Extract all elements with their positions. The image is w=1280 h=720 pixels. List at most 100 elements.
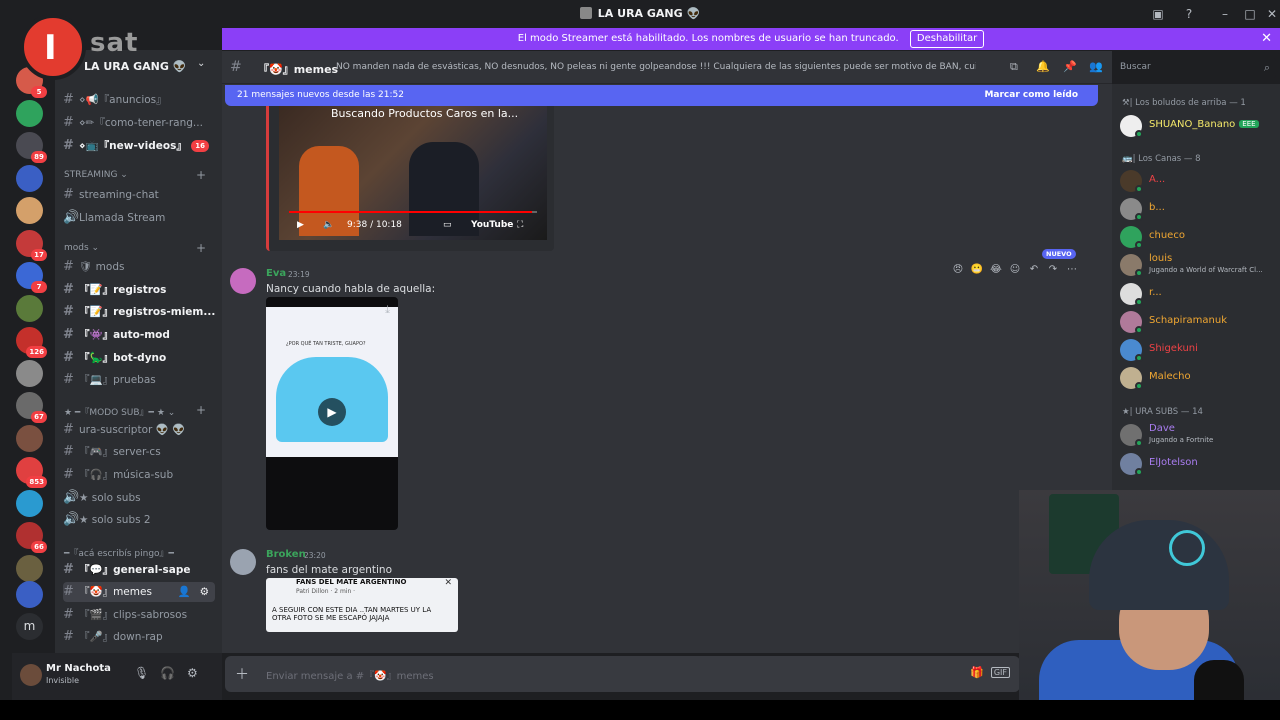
channel-general-sape[interactable]: # 『💬』general-sape	[63, 560, 215, 580]
channel-clips-sabrosos[interactable]: # 『🎬』clips-sabrosos	[63, 605, 215, 625]
message-input[interactable]: Enviar mensaje a #『🤡』memes	[266, 667, 434, 682]
close-banner-icon[interactable]: ✕	[1261, 28, 1272, 50]
download-icon[interactable]: ⤓	[385, 303, 390, 317]
member-row[interactable]: Dave Jugando a Fortnite	[1120, 423, 1280, 447]
server-icon-13[interactable]: 853	[16, 457, 47, 488]
channel-solo-subs-2[interactable]: 🔊★ solo subs 2	[63, 510, 215, 530]
server-icon-9[interactable]: 126	[16, 327, 47, 358]
server-icon-3[interactable]: 89	[16, 132, 47, 163]
reaction-icon[interactable]: 😬	[969, 262, 985, 278]
server-icon-10[interactable]	[16, 359, 43, 387]
headphones-icon[interactable]: 🎧	[160, 666, 175, 680]
gear-icon[interactable]: ⚙	[187, 666, 198, 680]
server-icon-6[interactable]: 17	[16, 229, 47, 261]
threads-icon[interactable]: ⧉	[1010, 60, 1018, 74]
channel-registros[interactable]: # 『📝』registros	[63, 280, 215, 300]
invite-icon[interactable]: 👤	[178, 582, 191, 602]
member-row[interactable]: Malecho	[1120, 366, 1280, 390]
server-icon-4[interactable]	[16, 164, 43, 192]
member-row[interactable]: b...	[1120, 197, 1280, 221]
member-row[interactable]: r...	[1120, 282, 1280, 306]
server-icon-18[interactable]: m	[16, 613, 43, 640]
new-messages-bar[interactable]: 21 mensajes nuevos desde las 21:52 Marca…	[225, 85, 1098, 106]
server-icon-12[interactable]	[16, 424, 43, 452]
more-icon[interactable]: ⋯	[1064, 262, 1080, 278]
channel-memes[interactable]: # 『🤡』memes 👤 ⚙	[63, 582, 215, 602]
reply-icon[interactable]: ↶	[1026, 262, 1042, 278]
channel-server-cs[interactable]: # 『🎮』server-cs	[63, 442, 215, 462]
image-attachment[interactable]: FANS DEL MATE ARGENTINO Patri Dillon · 2…	[266, 578, 458, 632]
youtube-logo[interactable]: YouTube	[471, 220, 513, 230]
play-icon[interactable]: ▶	[318, 398, 346, 426]
server-icon-7[interactable]: 7	[16, 262, 47, 293]
add-reaction-icon[interactable]: ☺	[1007, 262, 1023, 278]
server-icon-5[interactable]	[16, 197, 43, 224]
channel-down-rap[interactable]: # 『🎤』down-rap	[63, 627, 215, 647]
microphone-icon[interactable]: 🎙	[134, 666, 149, 680]
channel-ura-suscriptor[interactable]: # ura-suscriptor 👽 👽	[63, 420, 215, 440]
channel-bot-dyno[interactable]: # 『🦕』bot-dyno	[63, 348, 215, 368]
server-icon-11[interactable]: 67	[16, 392, 47, 423]
close-window-button[interactable]: ✕	[1264, 6, 1280, 22]
volume-icon[interactable]: 🔈	[323, 220, 334, 230]
reaction-icon[interactable]: 😂	[988, 262, 1004, 278]
member-row[interactable]: chueco	[1120, 225, 1280, 249]
category-streaming[interactable]: STREAMING ⌄ +	[64, 168, 214, 182]
inbox-icon[interactable]: ▣	[1150, 6, 1166, 22]
add-channel-icon[interactable]: +	[196, 241, 206, 255]
channel-auto-mod[interactable]: # 『👾』auto-mod	[63, 325, 215, 345]
server-icon-14[interactable]	[16, 489, 43, 517]
youtube-player[interactable]: Buscando Productos Caros en la... ▶ 🔈 9:…	[279, 106, 547, 240]
channel-registros-miembros[interactable]: # 『📝』registros-miem...	[63, 302, 215, 322]
add-channel-icon[interactable]: +	[196, 168, 206, 182]
channel-solo-subs[interactable]: 🔊★ solo subs	[63, 488, 215, 508]
disable-streamer-button[interactable]: Deshabilitar	[909, 30, 985, 48]
captions-icon[interactable]: ▭	[443, 220, 452, 230]
message-author[interactable]: Broken	[266, 549, 306, 560]
members-icon[interactable]: 👥	[1089, 60, 1103, 73]
bell-icon[interactable]: 🔔	[1036, 60, 1050, 73]
avatar[interactable]	[230, 549, 256, 575]
video-progress-bar[interactable]	[289, 211, 537, 213]
member-row[interactable]: ElJotelson	[1120, 452, 1280, 476]
youtube-title[interactable]: Buscando Productos Caros en la...	[331, 107, 518, 120]
video-attachment[interactable]: ¿POR QUÉ TAN TRISTE, GUAPO? ▶ ⤓	[266, 297, 398, 530]
search-input[interactable]: Buscar ⌕	[1114, 58, 1276, 78]
gear-icon[interactable]: ⚙	[200, 582, 209, 602]
channel-topic[interactable]: NO manden nada de esvásticas, NO desnudo…	[336, 62, 976, 72]
minimize-button[interactable]: –	[1217, 6, 1233, 22]
category-modo-sub[interactable]: ★ ━『MODO SUB』━ ★ ⌄ +	[64, 403, 214, 418]
server-icon-16[interactable]	[16, 554, 43, 582]
pin-icon[interactable]: 📌	[1063, 60, 1077, 73]
server-icon-15[interactable]: 66	[16, 522, 47, 553]
server-icon-8[interactable]	[16, 294, 43, 322]
message-author[interactable]: Eva	[266, 268, 286, 279]
forward-icon[interactable]: ↷	[1045, 262, 1061, 278]
server-icon-17[interactable]	[16, 581, 43, 608]
channel-new-videos[interactable]: # ⋄📺『new-videos』 16	[63, 136, 215, 156]
channel-mods[interactable]: # 🛡 mods	[63, 257, 215, 277]
member-row[interactable]: SHUANO_Banano EEE	[1120, 114, 1280, 138]
member-row[interactable]: Shigekuni	[1120, 338, 1280, 362]
add-channel-icon[interactable]: +	[196, 403, 206, 417]
channel-pruebas[interactable]: # 『💻』pruebas	[63, 370, 215, 390]
add-attachment-icon[interactable]: ＋	[235, 664, 249, 684]
channel-anuncios[interactable]: # ⋄📢『anuncios』	[63, 90, 215, 110]
channel-como-tener-rango[interactable]: # ⋄✏『como-tener-rang...	[63, 113, 215, 133]
member-row[interactable]: Schapiramanuk	[1120, 310, 1280, 334]
category-aca-escribis[interactable]: ━『acá escribís pingo』━	[64, 546, 214, 559]
chevron-down-icon[interactable]: ⌄	[197, 58, 205, 69]
category-mods[interactable]: mods ⌄ +	[64, 241, 214, 255]
play-icon[interactable]: ▶	[297, 220, 304, 230]
help-icon[interactable]: ?	[1181, 6, 1197, 22]
gift-icon[interactable]: 🎁	[970, 666, 984, 679]
channel-llamada-stream[interactable]: 🔊Llamada Stream	[63, 208, 215, 228]
member-row[interactable]: louis Jugando a World of Warcraft Cl...	[1120, 253, 1280, 277]
maximize-button[interactable]: □	[1242, 6, 1258, 22]
reaction-icon[interactable]: 😠	[950, 262, 966, 278]
gif-icon[interactable]: GIF	[990, 667, 1010, 678]
server-icon-2[interactable]	[16, 99, 43, 127]
fullscreen-icon[interactable]: ⛶	[517, 220, 523, 230]
avatar[interactable]	[20, 664, 42, 686]
channel-streaming-chat[interactable]: # streaming-chat	[63, 185, 215, 205]
